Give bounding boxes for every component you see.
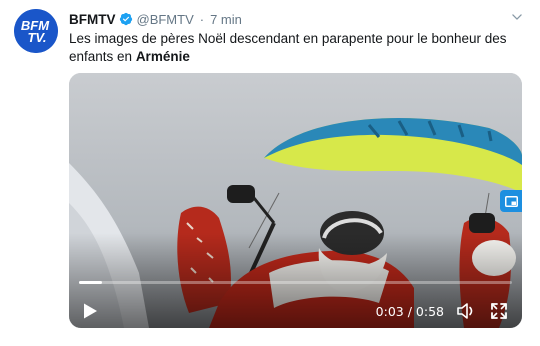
header-separator: · [199,11,205,27]
tweet-timestamp[interactable]: 7 min [210,12,242,27]
tweet-header: BFMTV @BFMTV · 7 min [69,10,242,28]
avatar-text-line2: TV. [27,30,46,45]
account-name[interactable]: BFMTV [69,12,116,27]
video-current-time: 0:03 [375,304,404,319]
video-progress-bar[interactable] [79,281,512,284]
play-icon[interactable] [81,302,99,320]
video-duration: 0:58 [415,304,444,319]
video-controls: 0:03 / 0:58 [69,288,522,328]
account-handle[interactable]: @BFMTV [137,12,194,27]
volume-icon[interactable] [456,301,476,321]
verified-badge-icon [119,12,132,26]
tweet-text: Les images de pères Noël descendant en p… [69,30,524,66]
video-time-separator: / [403,304,416,319]
picture-in-picture-icon [504,195,518,207]
tweet-card[interactable]: BFM TV. BFMTV @BFMTV · 7 min Les images … [0,0,540,346]
tweet-text-bold: Arménie [135,49,190,64]
video-player[interactable]: 0:03 / 0:58 [69,73,522,328]
tweet-text-plain: Les images de pères Noël descendant en p… [69,31,507,64]
fullscreen-icon[interactable] [490,302,508,320]
bfmtv-logo-icon: BFM TV. [14,9,58,53]
video-progress-fill [79,281,102,284]
chevron-down-icon[interactable] [510,10,524,24]
picture-in-picture-button[interactable] [500,190,522,212]
video-time: 0:03 / 0:58 [376,304,444,319]
avatar[interactable]: BFM TV. [14,9,58,53]
